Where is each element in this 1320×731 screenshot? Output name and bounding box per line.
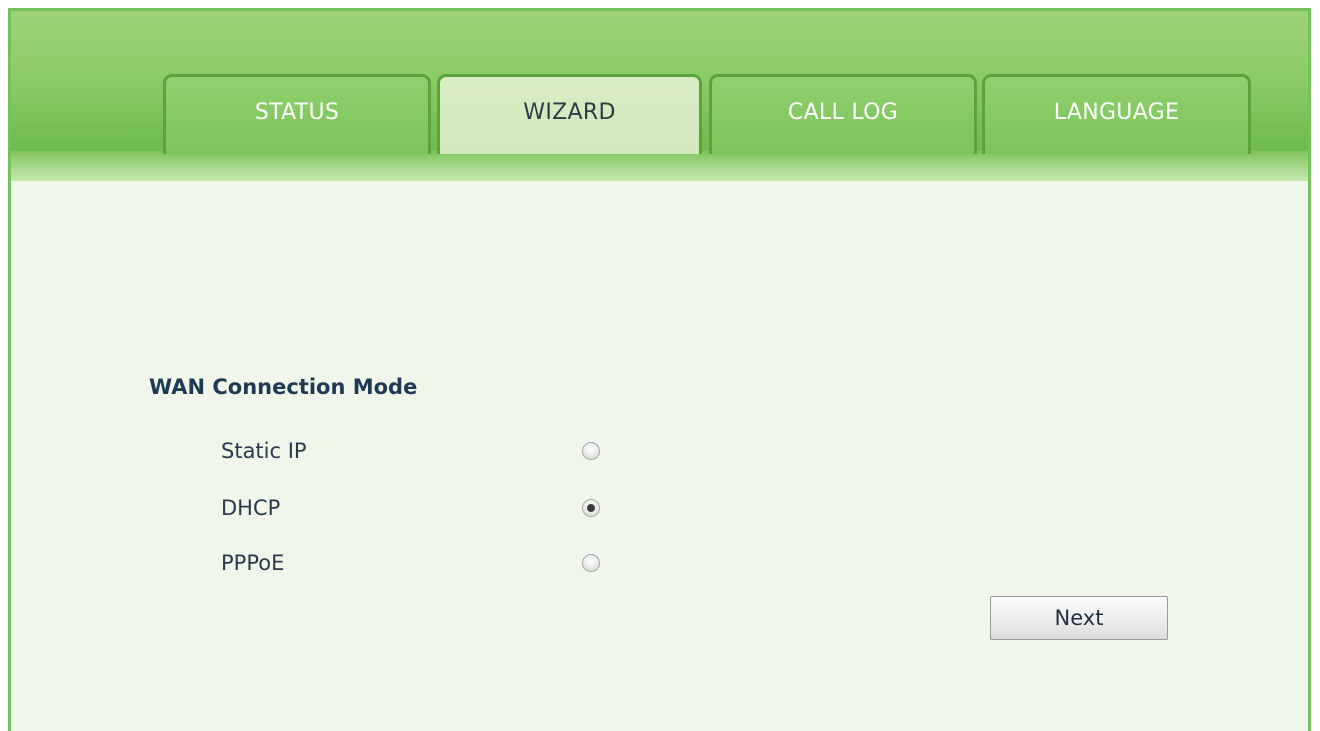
- dhcp-label: DHCP: [221, 496, 281, 520]
- header-bar: STATUS WIZARD CALL LOG LANGUAGE: [11, 11, 1308, 181]
- option-static-ip: Static IP: [11, 434, 711, 468]
- tab-status[interactable]: STATUS: [163, 74, 431, 154]
- pppoe-label: PPPoE: [221, 551, 285, 575]
- option-dhcp: DHCP: [11, 491, 711, 525]
- tab-wizard[interactable]: WIZARD: [437, 74, 702, 154]
- tab-language-label: LANGUAGE: [1053, 100, 1180, 125]
- wan-connection-mode-title: WAN Connection Mode: [149, 375, 418, 399]
- dhcp-radio[interactable]: [582, 499, 600, 517]
- tab-wizard-label: WIZARD: [523, 100, 616, 125]
- tab-language[interactable]: LANGUAGE: [982, 74, 1251, 154]
- app-frame: STATUS WIZARD CALL LOG LANGUAGE WAN Conn…: [8, 8, 1311, 731]
- header-band: [11, 151, 1308, 181]
- static-ip-label: Static IP: [221, 439, 307, 463]
- tab-call-log-label: CALL LOG: [787, 100, 899, 125]
- tab-status-label: STATUS: [254, 100, 340, 125]
- next-button[interactable]: Next: [990, 596, 1168, 640]
- static-ip-radio[interactable]: [582, 442, 600, 460]
- option-pppoe: PPPoE: [11, 546, 711, 580]
- wizard-content: WAN Connection Mode Static IP DHCP PPPoE…: [11, 181, 1308, 731]
- pppoe-radio[interactable]: [582, 554, 600, 572]
- tab-call-log[interactable]: CALL LOG: [709, 74, 977, 154]
